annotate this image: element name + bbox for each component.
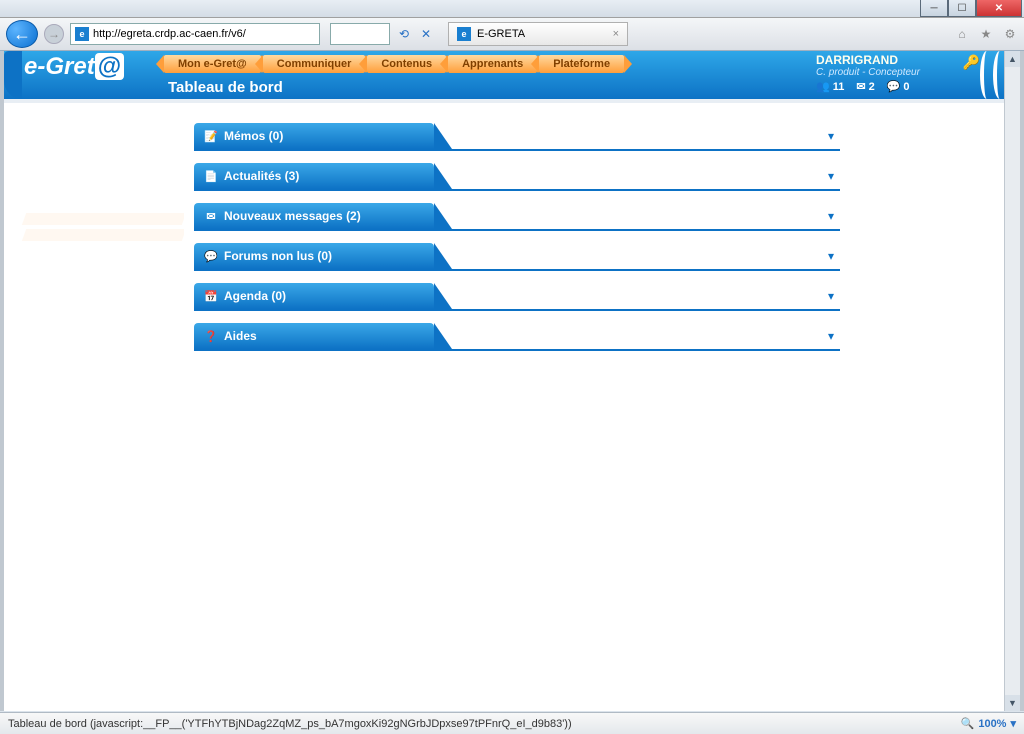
news-icon: 📄 xyxy=(204,169,218,183)
nav-back-button[interactable]: ← xyxy=(6,20,38,48)
chevron-down-icon[interactable]: ▾ xyxy=(828,169,840,183)
panel-header-messages[interactable]: ✉ Nouveaux messages (2) xyxy=(194,203,434,229)
toolbar-icons: ⟲ ✕ xyxy=(396,26,434,42)
panel-forums: 💬 Forums non lus (0) ▾ xyxy=(194,243,840,271)
url-text: http://egreta.crdp.ac-caen.fr/v6/ xyxy=(93,28,246,40)
chevron-down-icon[interactable]: ▾ xyxy=(828,329,840,343)
window-minimize-button[interactable]: ─ xyxy=(920,0,948,17)
stat-users[interactable]: 👥11 xyxy=(816,80,844,93)
status-text: Tableau de bord (javascript:__FP__('YTFh… xyxy=(8,718,572,730)
panel-header-agenda[interactable]: 📅 Agenda (0) xyxy=(194,283,434,309)
watermark xyxy=(4,103,184,383)
calendar-icon: 📅 xyxy=(204,289,218,303)
home-icon[interactable]: ⌂ xyxy=(954,26,970,42)
window-titlebar: ─ ☐ ✕ xyxy=(0,0,1024,18)
refresh-icon[interactable]: ⟲ xyxy=(396,26,412,42)
status-bar: Tableau de bord (javascript:__FP__('YTFh… xyxy=(0,712,1024,734)
stop-icon[interactable]: ✕ xyxy=(418,26,434,42)
mail-icon: ✉ xyxy=(856,80,865,93)
header-decoration xyxy=(4,51,22,99)
favorites-icon[interactable]: ★ xyxy=(978,26,994,42)
panel-memos: 📝 Mémos (0) ▾ xyxy=(194,123,840,151)
chevron-down-icon[interactable]: ▾ xyxy=(828,129,840,143)
page-viewport: e-Gret@ Mon e-Gret@ Communiquer Contenus… xyxy=(0,51,1024,711)
chevron-down-icon[interactable]: ▾ xyxy=(828,209,840,223)
zoom-icon: 🔍 xyxy=(961,717,975,730)
browser-toolbar: ← → e http://egreta.crdp.ac-caen.fr/v6/ … xyxy=(0,18,1024,51)
panel-aides: ❓ Aides ▾ xyxy=(194,323,840,351)
envelope-icon: ✉ xyxy=(204,209,218,223)
logo-text: e-Gret xyxy=(24,53,95,80)
panel-label: Forums non lus (0) xyxy=(224,249,332,263)
nav-tab-apprenants[interactable]: Apprenants xyxy=(448,55,537,73)
search-box[interactable] xyxy=(330,23,390,45)
panel-agenda: 📅 Agenda (0) ▾ xyxy=(194,283,840,311)
panel-header-actualites[interactable]: 📄 Actualités (3) xyxy=(194,163,434,189)
vertical-scrollbar[interactable]: ▲ ▼ xyxy=(1004,51,1020,711)
panel-label: Aides xyxy=(224,329,257,343)
favicon-icon: e xyxy=(75,27,89,41)
panel-header-aides[interactable]: ❓ Aides xyxy=(194,323,434,349)
stat-chat[interactable]: 💬0 xyxy=(887,80,910,93)
panel-label: Actualités (3) xyxy=(224,169,299,183)
memo-icon: 📝 xyxy=(204,129,218,143)
panel-label: Mémos (0) xyxy=(224,129,283,143)
zoom-control[interactable]: 🔍 100% ▾ xyxy=(961,717,1016,730)
user-block: DARRIGRAND C. produit - Concepteur 👥11 ✉… xyxy=(816,53,996,93)
scroll-up-arrow[interactable]: ▲ xyxy=(1005,51,1020,67)
scroll-down-arrow[interactable]: ▼ xyxy=(1005,695,1020,711)
window-maximize-button[interactable]: ☐ xyxy=(948,0,976,17)
nav-tab-plateforme[interactable]: Plateforme xyxy=(539,55,624,73)
users-icon: 👥 xyxy=(816,80,830,93)
tab-favicon-icon: e xyxy=(457,27,471,41)
panel-label: Agenda (0) xyxy=(224,289,286,303)
panel-actualites: 📄 Actualités (3) ▾ xyxy=(194,163,840,191)
panel-header-memos[interactable]: 📝 Mémos (0) xyxy=(194,123,434,149)
stat-mail[interactable]: ✉2 xyxy=(856,80,874,93)
chat-icon: 💬 xyxy=(887,80,901,93)
nav-forward-button[interactable]: → xyxy=(44,24,64,44)
chevron-down-icon[interactable]: ▾ xyxy=(828,249,840,263)
dashboard-content: 📝 Mémos (0) ▾ 📄 Actualités (3) ▾ xyxy=(4,103,1020,383)
user-role: C. produit - Concepteur xyxy=(816,67,996,78)
scroll-track[interactable] xyxy=(1005,67,1020,695)
zoom-dropdown-icon[interactable]: ▾ xyxy=(1010,717,1016,730)
tab-title: E-GRETA xyxy=(477,28,525,40)
panel-label: Nouveaux messages (2) xyxy=(224,209,361,223)
forum-icon: 💬 xyxy=(204,249,218,263)
panel-messages: ✉ Nouveaux messages (2) ▾ xyxy=(194,203,840,231)
nav-tab-communiquer[interactable]: Communiquer xyxy=(263,55,366,73)
page-title: Tableau de bord xyxy=(168,79,283,96)
main-nav: Mon e-Gret@ Communiquer Contenus Apprena… xyxy=(164,55,624,73)
settings-gear-icon[interactable]: ⚙ xyxy=(1002,26,1018,42)
address-bar[interactable]: e http://egreta.crdp.ac-caen.fr/v6/ xyxy=(70,23,320,45)
logo-at: @ xyxy=(95,53,124,80)
zoom-value: 100% xyxy=(978,718,1006,730)
nav-tab-mon-egreta[interactable]: Mon e-Gret@ xyxy=(164,55,261,73)
help-icon: ❓ xyxy=(204,329,218,343)
chevron-down-icon[interactable]: ▾ xyxy=(828,289,840,303)
browser-tab[interactable]: e E-GRETA × xyxy=(448,22,628,46)
panel-header-forums[interactable]: 💬 Forums non lus (0) xyxy=(194,243,434,269)
user-name: DARRIGRAND xyxy=(816,53,996,67)
nav-tab-contenus[interactable]: Contenus xyxy=(367,55,446,73)
tab-close-icon[interactable]: × xyxy=(613,28,619,40)
app-header: e-Gret@ Mon e-Gret@ Communiquer Contenus… xyxy=(4,51,1020,103)
app-logo[interactable]: e-Gret@ xyxy=(24,53,124,81)
window-close-button[interactable]: ✕ xyxy=(976,0,1022,17)
